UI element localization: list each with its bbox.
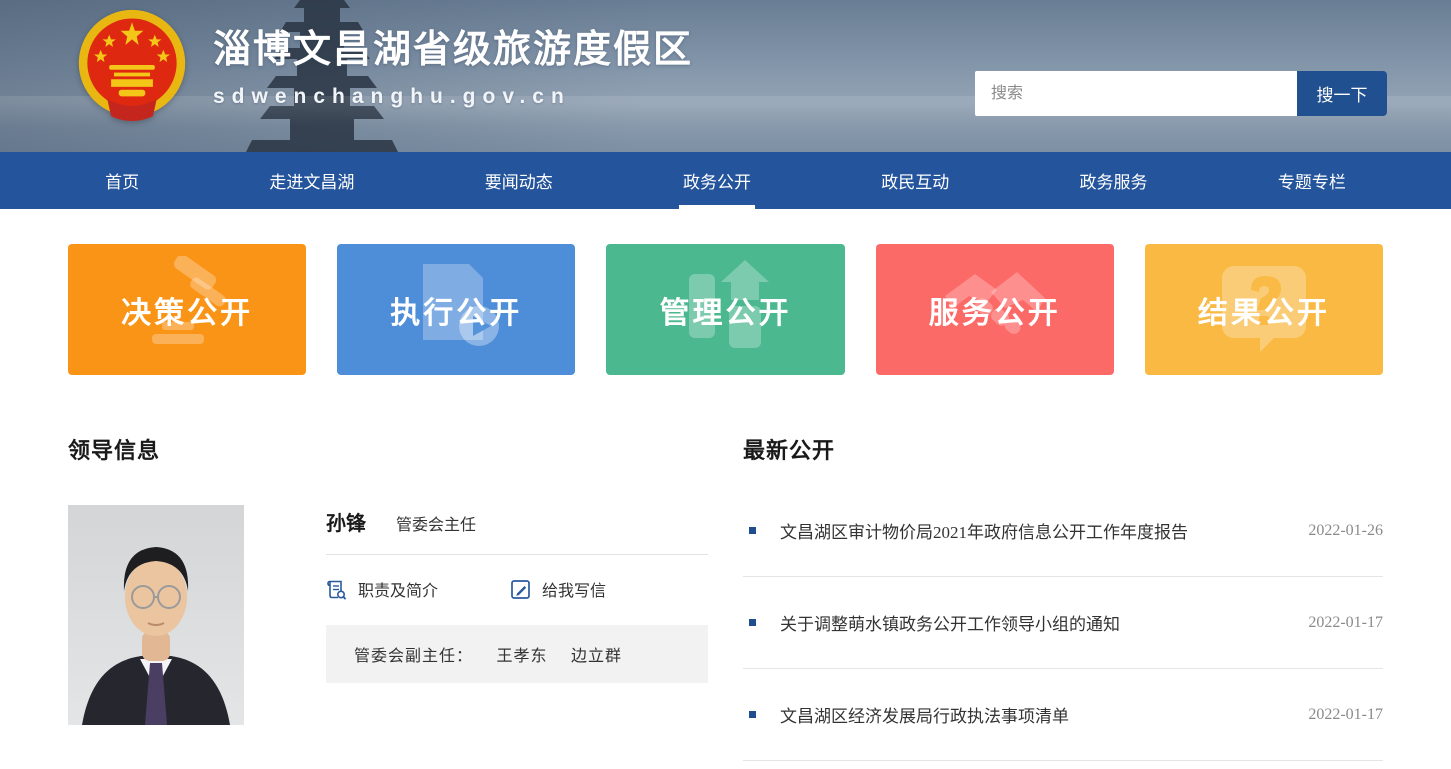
deputy-label: 管委会副主任： — [354, 648, 473, 665]
write-letter-link[interactable]: 给我写信 — [510, 577, 606, 601]
tile-label: 结果公开 — [1198, 288, 1330, 332]
site-title-block: 淄博文昌湖省级旅游度假区 sdwenchanghu.gov.cn — [213, 6, 693, 109]
article-date: 2022-01-17 — [1308, 706, 1383, 724]
nav-item-gov-disclosure[interactable]: 政务公开 — [673, 152, 761, 209]
list-item: 关于调整萌水镇政务公开工作领导小组的通知 2022-01-17 — [743, 577, 1383, 669]
site-title: 淄博文昌湖省级旅游度假区 — [213, 18, 693, 73]
tile-label: 管理公开 — [660, 288, 792, 332]
leader-links-row: 职责及简介 给我写信 — [326, 555, 708, 625]
main-nav: 首页 走进文昌湖 要闻动态 政务公开 政民互动 政务服务 专题专栏 — [0, 152, 1451, 209]
deputy-name[interactable]: 边立群 — [571, 648, 622, 665]
tile-decision-disclosure[interactable]: 决策公开 — [68, 244, 306, 375]
tile-results-disclosure[interactable]: 结果公开 — [1145, 244, 1383, 375]
deputy-name[interactable]: 王孝东 — [496, 648, 547, 665]
nav-item-news[interactable]: 要闻动态 — [475, 152, 563, 209]
write-letter-label: 给我写信 — [542, 577, 606, 601]
latest-section-heading: 最新公开 — [743, 433, 1383, 465]
article-link[interactable]: 关于调整萌水镇政务公开工作领导小组的通知 — [780, 610, 1288, 635]
leader-body: 孙锋 管委会主任 职责及简介 — [68, 505, 708, 725]
search-button[interactable]: 搜一下 — [1297, 71, 1387, 116]
leader-info-section: 领导信息 — [68, 433, 708, 761]
latest-disclosure-section: 最新公开 文昌湖区审计物价局2021年政府信息公开工作年度报告 2022-01-… — [743, 433, 1383, 761]
main-content: 领导信息 — [68, 433, 1383, 761]
tile-label: 决策公开 — [121, 288, 253, 332]
list-item: 文昌湖区审计物价局2021年政府信息公开工作年度报告 2022-01-26 — [743, 485, 1383, 577]
deputy-directors-box: 管委会副主任： 王孝东 边立群 — [326, 625, 708, 683]
nav-item-home[interactable]: 首页 — [95, 152, 149, 209]
article-date: 2022-01-17 — [1308, 614, 1383, 632]
article-link[interactable]: 文昌湖区审计物价局2021年政府信息公开工作年度报告 — [780, 518, 1288, 543]
bullet-square-icon — [749, 619, 756, 626]
search-input[interactable] — [975, 71, 1297, 116]
tile-label: 执行公开 — [390, 288, 522, 332]
search-area: 搜一下 — [975, 71, 1387, 116]
duty-profile-link[interactable]: 职责及简介 — [326, 577, 438, 601]
site-logo[interactable]: 淄博文昌湖省级旅游度假区 sdwenchanghu.gov.cn — [75, 6, 693, 124]
article-link[interactable]: 文昌湖区经济发展局行政执法事项清单 — [780, 702, 1288, 727]
leader-name-row: 孙锋 管委会主任 — [326, 507, 708, 555]
bullet-square-icon — [749, 527, 756, 534]
nav-item-about[interactable]: 走进文昌湖 — [259, 152, 364, 209]
tile-label: 服务公开 — [929, 288, 1061, 332]
tile-management-disclosure[interactable]: 管理公开 — [606, 244, 844, 375]
leader-section-heading: 领导信息 — [68, 433, 708, 465]
tile-service-disclosure[interactable]: 服务公开 — [876, 244, 1114, 375]
nav-item-services[interactable]: 政务服务 — [1070, 152, 1158, 209]
bullet-square-icon — [749, 711, 756, 718]
leader-info-panel: 孙锋 管委会主任 职责及简介 — [326, 505, 708, 725]
nav-item-interaction[interactable]: 政民互动 — [871, 152, 959, 209]
disclosure-tiles: 决策公开 执行公开 管理公开 — [68, 244, 1383, 375]
write-letter-icon — [510, 579, 531, 600]
leader-name[interactable]: 孙锋 — [326, 507, 366, 536]
leader-title: 管委会主任 — [396, 511, 476, 535]
list-item: 文昌湖区经济发展局行政执法事项清单 2022-01-17 — [743, 669, 1383, 761]
national-emblem-icon — [75, 6, 189, 124]
article-date: 2022-01-26 — [1308, 522, 1383, 540]
duty-profile-icon — [326, 579, 347, 600]
tile-execution-disclosure[interactable]: 执行公开 — [337, 244, 575, 375]
leader-portrait-photo[interactable] — [68, 505, 244, 725]
site-domain: sdwenchanghu.gov.cn — [213, 85, 693, 109]
latest-list: 文昌湖区审计物价局2021年政府信息公开工作年度报告 2022-01-26 关于… — [743, 485, 1383, 761]
site-header: 淄博文昌湖省级旅游度假区 sdwenchanghu.gov.cn 搜一下 — [0, 0, 1451, 152]
duty-profile-label: 职责及简介 — [358, 577, 438, 601]
nav-item-special-columns[interactable]: 专题专栏 — [1268, 152, 1356, 209]
